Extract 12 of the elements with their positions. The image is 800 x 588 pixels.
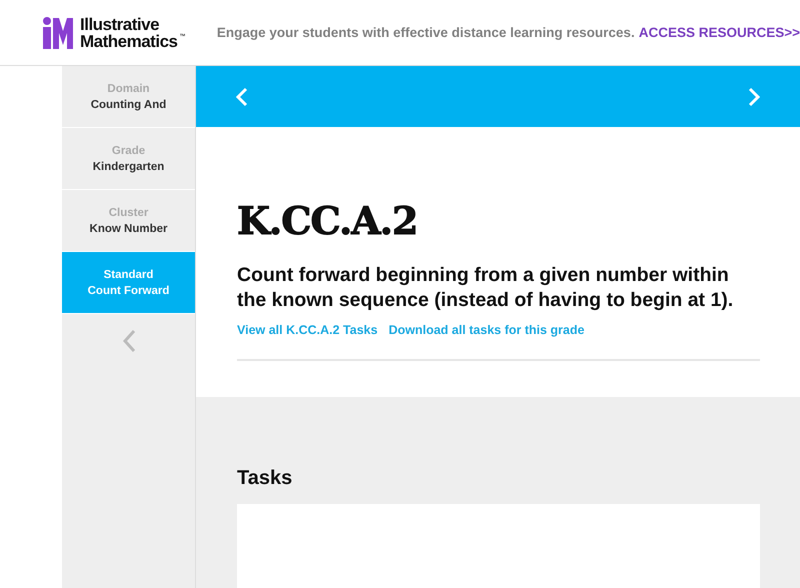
logo-text: Mathematics xyxy=(80,32,178,50)
tasks-heading: Tasks xyxy=(237,467,292,490)
standard-code: K.CC.A.2 xyxy=(237,199,418,243)
logo-text: Illustrative xyxy=(80,16,160,32)
sidebar-item[interactable]: Domain Counting And xyxy=(62,66,195,128)
access-resources-link[interactable]: ACCESS RESOURCES>> xyxy=(638,25,800,40)
chevron-right-icon[interactable] xyxy=(748,86,760,106)
standard-description: Count forward beginning from a given number within the known sequence (instead of having to begin at 1). xyxy=(237,263,734,313)
sidebar-item[interactable]: Grade Kindergarten xyxy=(62,128,195,190)
chevron-left-icon[interactable] xyxy=(122,330,134,352)
logo-icon[interactable] xyxy=(42,16,74,48)
promo-text: Engage your students with effective distance learning resources. xyxy=(216,25,635,40)
